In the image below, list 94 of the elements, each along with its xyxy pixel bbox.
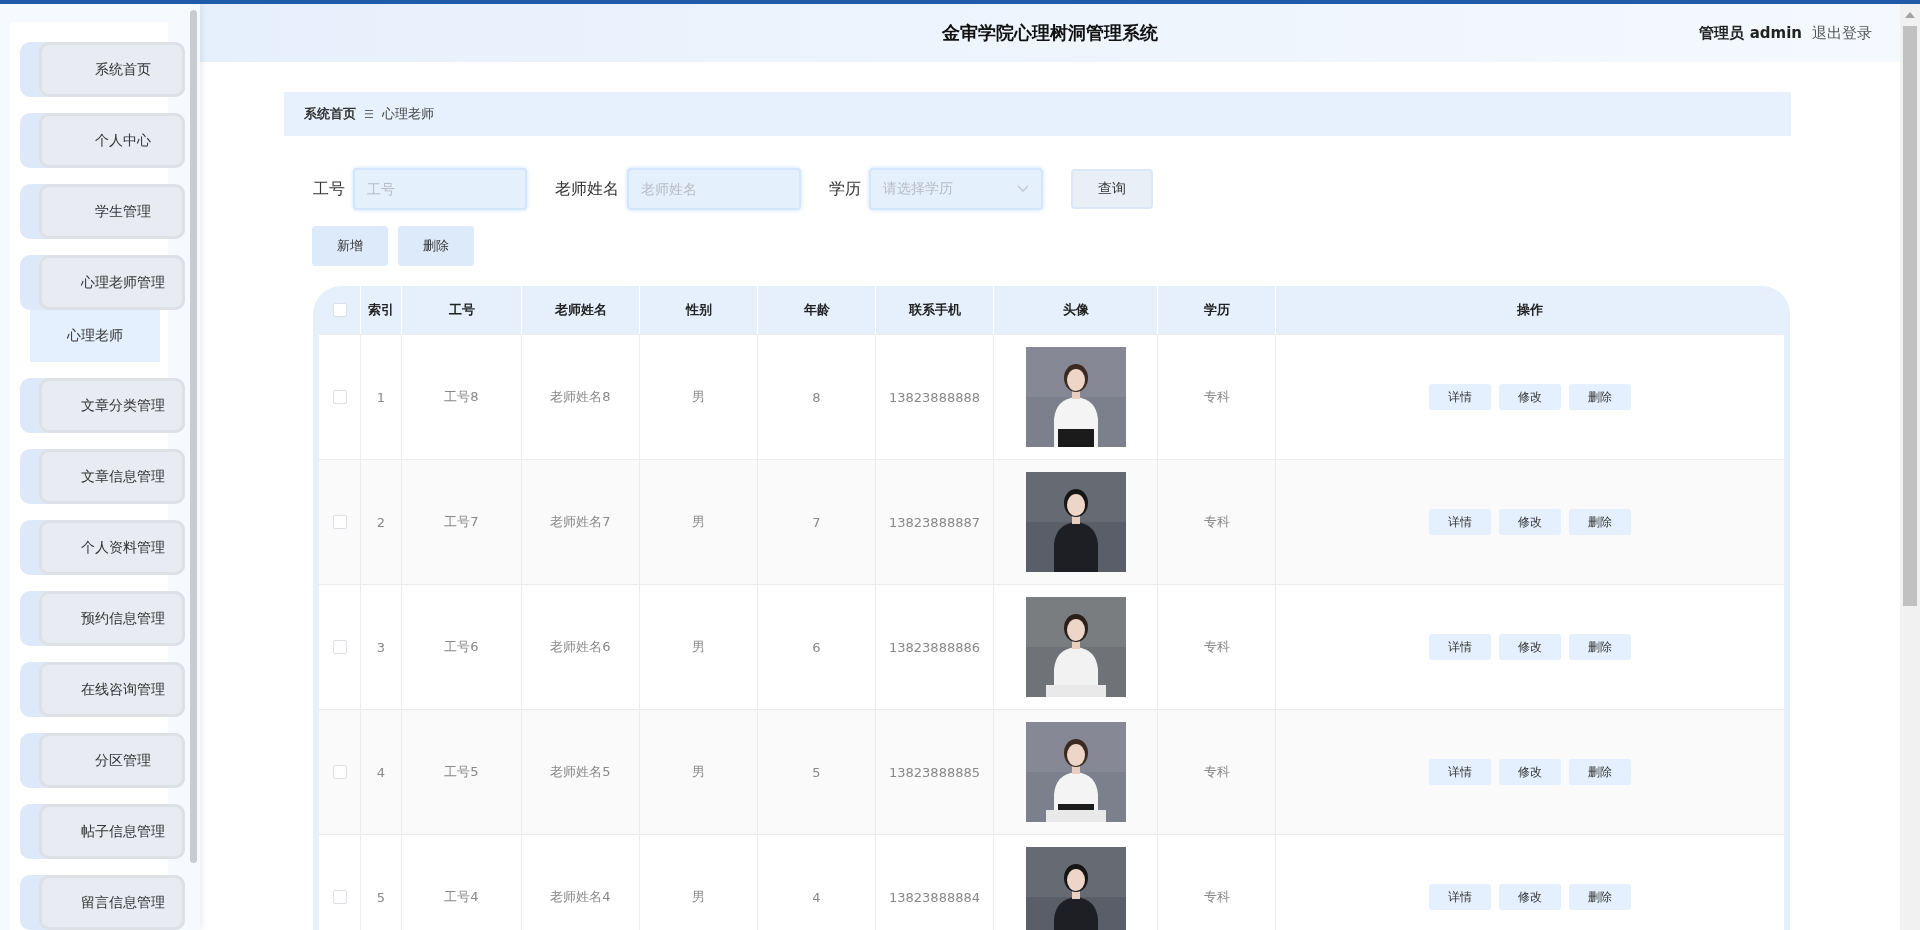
table-cell: 工号5 xyxy=(444,763,479,781)
breadcrumb-current: 心理老师 xyxy=(381,105,434,123)
field-label: 老师姓名 xyxy=(555,178,619,200)
table-cell: 工号4 xyxy=(444,888,479,906)
checkbox[interactable] xyxy=(332,303,347,317)
row-action-button[interactable]: 详情 xyxy=(1429,884,1491,910)
chevron-down-icon xyxy=(1017,185,1029,193)
table-cell: 13823888887 xyxy=(889,514,980,530)
row-action-button[interactable]: 删除 xyxy=(1569,634,1631,660)
table-cell: 13823888884 xyxy=(889,889,980,905)
scrollbar[interactable] xyxy=(1900,4,1920,930)
row-action-button[interactable]: 修改 xyxy=(1499,634,1561,660)
column-header: 操作 xyxy=(1516,301,1544,319)
row-action-button[interactable]: 详情 xyxy=(1429,634,1491,660)
breadcrumb-separator: ☰ xyxy=(364,107,374,121)
action-button[interactable]: 新增 xyxy=(312,226,388,266)
table-cell: 7 xyxy=(812,514,821,530)
column-header: 性别 xyxy=(640,286,758,334)
menu-item[interactable]: 留言信息管理 xyxy=(20,875,185,930)
table-cell: 老师姓名4 xyxy=(550,888,611,906)
row-action-button[interactable]: 详情 xyxy=(1429,384,1491,410)
table-cell: 5 xyxy=(812,764,821,780)
row-action-button[interactable]: 修改 xyxy=(1499,884,1561,910)
table-cell: 老师姓名8 xyxy=(550,388,611,406)
table-cell: 8 xyxy=(812,389,821,405)
checkbox[interactable] xyxy=(332,890,347,904)
menu-item[interactable]: 系统首页 xyxy=(20,42,185,97)
checkbox[interactable] xyxy=(332,390,347,404)
checkbox[interactable] xyxy=(332,515,347,529)
menu-item[interactable]: 在线咨询管理 xyxy=(20,662,185,717)
menu-item[interactable]: 学生管理 xyxy=(20,184,185,239)
row-action-button[interactable]: 删除 xyxy=(1569,759,1631,785)
row-action-button[interactable]: 删除 xyxy=(1569,384,1631,410)
search-button[interactable]: 查询 xyxy=(1071,169,1153,209)
table-cell: 工号8 xyxy=(444,388,479,406)
row-action-button[interactable]: 删除 xyxy=(1569,509,1631,535)
app-title: 金审学院心理树洞管理系统 xyxy=(942,21,1158,45)
table-cell: 男 xyxy=(692,513,705,531)
menu-item[interactable]: 分区管理 xyxy=(20,733,185,788)
checkbox[interactable] xyxy=(332,640,347,654)
column-header: 工号 xyxy=(402,286,522,334)
row-action-button[interactable]: 修改 xyxy=(1499,509,1561,535)
user-label: 管理员 admin xyxy=(1699,23,1802,43)
row-action-button[interactable]: 修改 xyxy=(1499,384,1561,410)
logout-link[interactable]: 退出登录 xyxy=(1812,23,1872,43)
table-cell: 老师姓名7 xyxy=(550,513,611,531)
table-cell: 5 xyxy=(376,889,386,905)
column-header: 学历 xyxy=(1158,286,1276,334)
table-cell: 男 xyxy=(692,763,705,781)
row-action-button[interactable]: 详情 xyxy=(1429,759,1491,785)
table-cell: 4 xyxy=(376,764,386,780)
table-cell: 13823888885 xyxy=(889,764,980,780)
table-cell: 专科 xyxy=(1203,388,1230,406)
table-cell: 男 xyxy=(692,638,705,656)
table-cell: 6 xyxy=(812,639,821,655)
table-cell: 3 xyxy=(376,639,386,655)
field-label: 工号 xyxy=(313,178,345,200)
menu-item[interactable]: 帖子信息管理 xyxy=(20,804,185,859)
menu-item[interactable]: 心理老师管理 xyxy=(20,255,185,310)
table-cell: 工号7 xyxy=(444,513,479,531)
table-cell: 老师姓名6 xyxy=(550,638,611,656)
menu-item[interactable]: 预约信息管理 xyxy=(20,591,185,646)
column-header: 老师姓名 xyxy=(522,286,640,334)
row-action-button[interactable]: 删除 xyxy=(1569,884,1631,910)
scrollbar[interactable] xyxy=(190,10,197,863)
table-cell: 专科 xyxy=(1203,763,1230,781)
table-cell: 4 xyxy=(812,889,821,905)
checkbox[interactable] xyxy=(332,765,347,779)
table-cell: 男 xyxy=(692,888,705,906)
column-header: 索引 xyxy=(361,286,402,334)
scroll-up-icon[interactable] xyxy=(1905,12,1915,18)
table-cell: 专科 xyxy=(1203,888,1230,906)
menu-item[interactable]: 文章分类管理 xyxy=(20,378,185,433)
table-cell: 专科 xyxy=(1203,513,1230,531)
action-button[interactable]: 删除 xyxy=(398,226,474,266)
field-label: 学历 xyxy=(829,178,861,200)
row-action-button[interactable]: 修改 xyxy=(1499,759,1561,785)
breadcrumb-link[interactable]: 系统首页 xyxy=(304,105,356,123)
menu-item[interactable]: 个人资料管理 xyxy=(20,520,185,575)
table-cell: 老师姓名5 xyxy=(550,763,611,781)
table-cell: 13823888888 xyxy=(889,389,980,405)
table-cell: 工号6 xyxy=(444,638,479,656)
menu-item[interactable]: 文章信息管理 xyxy=(20,449,185,504)
table-cell: 13823888886 xyxy=(889,639,980,655)
table-cell: 1 xyxy=(376,389,386,405)
row-action-button[interactable]: 详情 xyxy=(1429,509,1491,535)
column-header: 联系手机 xyxy=(876,286,994,334)
submenu-item[interactable]: 心理老师 xyxy=(30,310,160,362)
menu-item[interactable]: 个人中心 xyxy=(20,113,185,168)
table-cell: 2 xyxy=(376,514,386,530)
column-header: 年龄 xyxy=(758,286,876,334)
table-cell: 专科 xyxy=(1203,638,1230,656)
column-header: 头像 xyxy=(994,286,1158,334)
table-cell: 男 xyxy=(692,388,705,406)
